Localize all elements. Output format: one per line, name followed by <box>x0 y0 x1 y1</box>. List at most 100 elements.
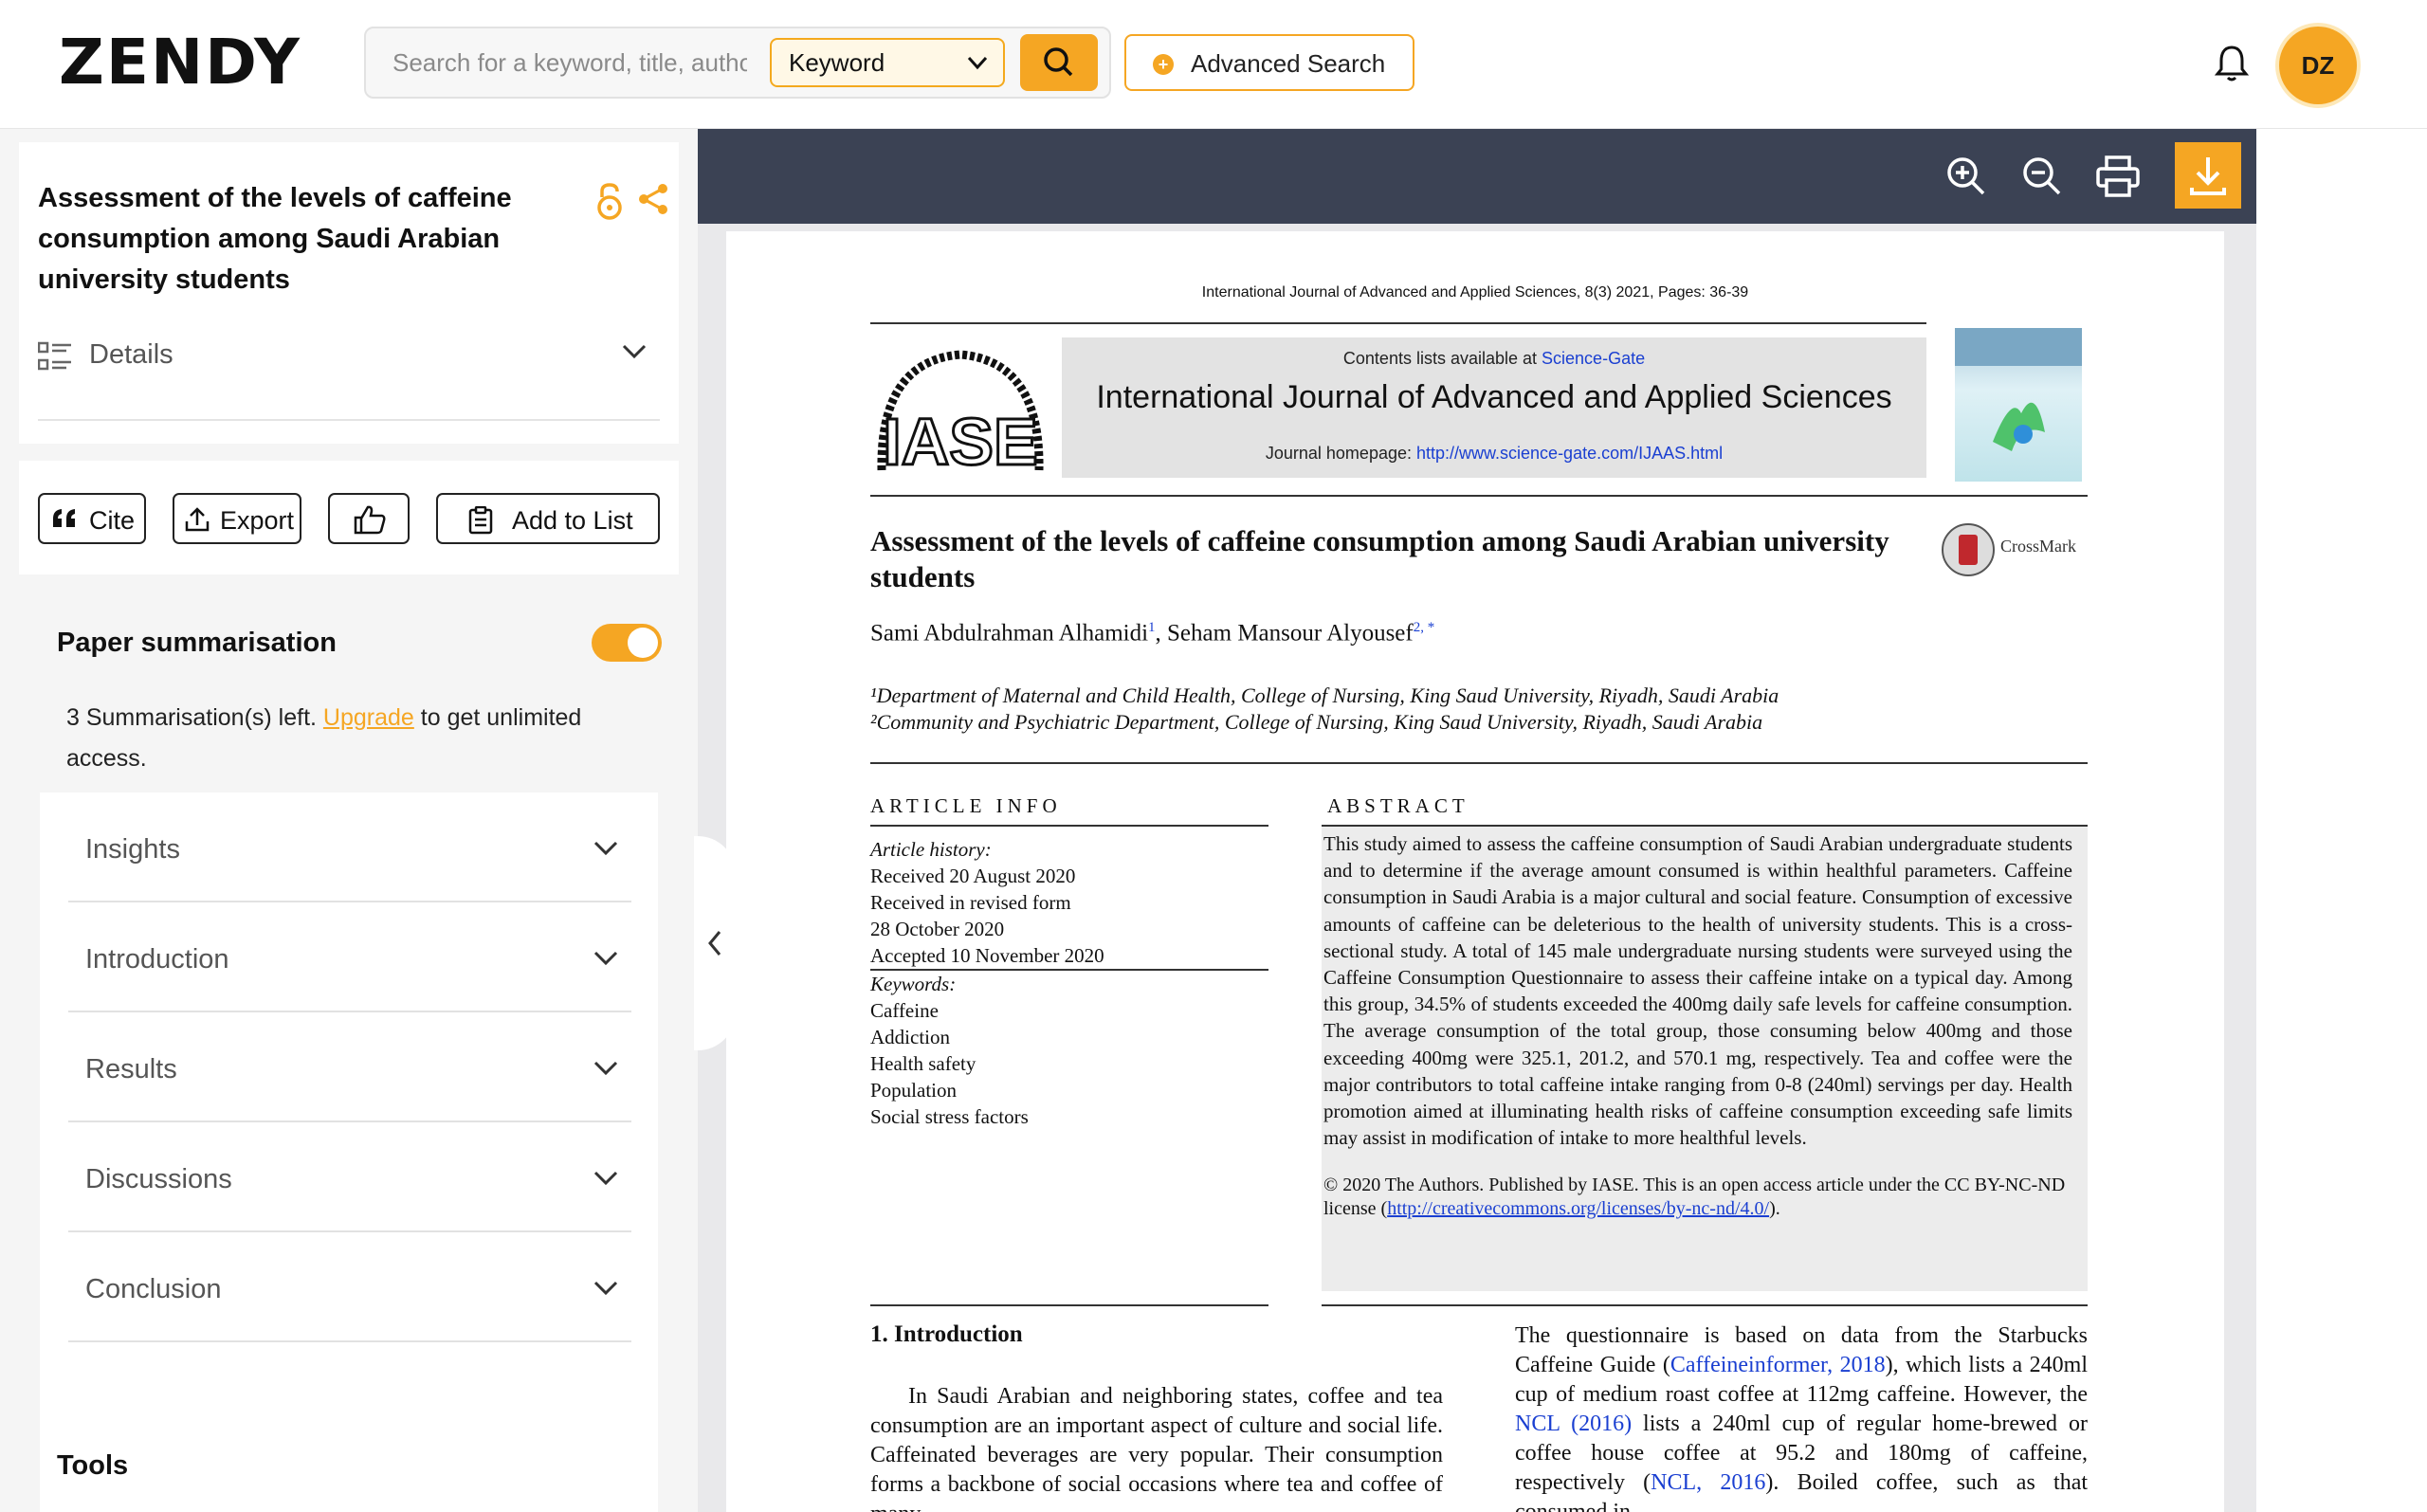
chevron-down-icon <box>593 951 618 966</box>
author-2-sup[interactable]: 2, * <box>1414 620 1435 635</box>
summarisation-title: Paper summarisation <box>57 628 337 658</box>
search-icon <box>1044 47 1073 77</box>
details-label: Details <box>89 339 173 370</box>
search-mode-select[interactable]: Keyword <box>770 38 1005 87</box>
details-toggle[interactable]: Details <box>38 330 660 383</box>
upgrade-link[interactable]: Upgrade <box>323 704 414 731</box>
divider <box>870 762 2088 764</box>
right-margin <box>2256 129 2427 1512</box>
divider <box>870 1304 1268 1306</box>
advanced-search-label: Advanced Search <box>1191 49 1386 78</box>
keyword: Caffeine <box>870 999 939 1022</box>
crossmark-label: CrossMark <box>2000 537 2076 556</box>
chevron-down-icon <box>593 1061 618 1076</box>
keyword: Population <box>870 1079 958 1102</box>
section-label: Insights <box>85 834 180 865</box>
toggle-knob <box>628 628 658 658</box>
section-insights[interactable]: Insights <box>68 792 631 902</box>
affiliation-1: ¹Department of Maternal and Child Health… <box>870 683 1779 707</box>
keywords-label: Keywords: <box>870 973 957 995</box>
affiliations: ¹Department of Maternal and Child Health… <box>870 683 1779 736</box>
cite-button[interactable]: Cite <box>38 493 146 544</box>
document-actions: Cite Export Add to List <box>19 461 679 574</box>
chevron-left-icon <box>708 931 721 956</box>
search-button[interactable] <box>1020 34 1098 91</box>
crossmark-badge[interactable]: CrossMark <box>1940 521 2091 578</box>
section-introduction[interactable]: Introduction <box>68 902 631 1012</box>
author-1: Sami Abdulrahman Alhamidi <box>870 620 1149 647</box>
divider <box>870 825 1268 827</box>
divider <box>1322 1304 2088 1306</box>
add-to-list-label: Add to List <box>512 506 633 535</box>
pdf-viewer: International Journal of Advanced and Ap… <box>698 129 2256 1512</box>
print-icon[interactable] <box>2093 152 2143 201</box>
keyword: Health safety <box>870 1052 976 1075</box>
export-button[interactable]: Export <box>173 493 301 544</box>
homepage-link[interactable]: http://www.science-gate.com/IJAAS.html <box>1416 444 1723 463</box>
author-1-sup[interactable]: 1 <box>1148 620 1156 635</box>
science-gate-link[interactable]: Science-Gate <box>1542 349 1645 368</box>
summary-sections: Insights Introduction Results Discussion… <box>40 792 658 1512</box>
zendy-logo[interactable]: ZENDY <box>59 31 301 94</box>
divider <box>870 495 2088 497</box>
pdf-page: International Journal of Advanced and Ap… <box>726 231 2224 1512</box>
viewer-toolbar <box>698 129 2256 224</box>
share-icon[interactable] <box>637 182 669 216</box>
divider <box>870 322 1926 324</box>
author-2: Seham Mansour Alyousef <box>1167 620 1414 647</box>
article-info-heading: ARTICLE INFO <box>870 794 1062 817</box>
iase-logo-text: IASE <box>883 405 1037 479</box>
journal-banner: Contents lists available at Science-Gate… <box>1062 337 1926 478</box>
article-info: Article history: Received 20 August 2020… <box>870 836 1268 1130</box>
add-to-list-button[interactable]: Add to List <box>436 493 660 544</box>
citation-link[interactable]: Caffeineinformer, 2018 <box>1670 1353 1886 1377</box>
export-icon <box>184 506 210 539</box>
search-mode-value: Keyword <box>789 48 885 77</box>
license-line: © 2020 The Authors. Published by IASE. T… <box>1323 1174 2072 1221</box>
history-item: 28 October 2020 <box>870 918 1005 940</box>
clipboard-icon <box>468 505 493 541</box>
section-discussions[interactable]: Discussions <box>68 1122 631 1232</box>
introduction-heading: 1. Introduction <box>870 1321 1023 1347</box>
keyword: Social stress factors <box>870 1105 1029 1128</box>
zoom-out-icon[interactable] <box>2017 152 2067 201</box>
license-link[interactable]: http://creativecommons.org/licenses/by-n… <box>1387 1198 1769 1219</box>
citation-link[interactable]: NCL, 2016 <box>1651 1470 1765 1495</box>
chevron-down-icon <box>593 841 618 856</box>
history-item: Received 20 August 2020 <box>870 865 1076 887</box>
homepage-prefix: Journal homepage: <box>1265 444 1412 463</box>
zoom-in-icon[interactable] <box>1942 152 1991 201</box>
section-label: Discussions <box>85 1164 232 1194</box>
cite-label: Cite <box>89 506 136 535</box>
keyword: Addiction <box>870 1026 950 1048</box>
thumbs-up-icon <box>353 504 387 541</box>
citation-link[interactable]: NCL (2016) <box>1515 1412 1632 1436</box>
summarisation-toggle[interactable] <box>592 624 662 662</box>
bell-icon[interactable] <box>2213 42 2251 83</box>
homepage-line: Journal homepage: http://www.science-gat… <box>1062 444 1926 464</box>
journal-citation: International Journal of Advanced and Ap… <box>1201 284 1749 301</box>
advanced-search-button[interactable]: + Advanced Search <box>1124 34 1414 91</box>
quote-icon <box>51 506 78 537</box>
iase-logo: IASE <box>877 350 1044 480</box>
divider <box>38 419 660 421</box>
tools-heading: Tools <box>57 1450 129 1481</box>
section-results[interactable]: Results <box>68 1012 631 1122</box>
chevron-down-icon <box>622 344 647 359</box>
download-icon <box>2190 157 2226 195</box>
paper-title: Assessment of the levels of caffeine con… <box>870 524 1889 593</box>
collapse-panel-button[interactable] <box>694 836 736 1050</box>
download-button[interactable] <box>2175 142 2241 209</box>
like-button[interactable] <box>328 493 410 544</box>
contents-prefix: Contents lists available at <box>1342 349 1538 368</box>
search-input[interactable] <box>377 38 747 87</box>
section-conclusion[interactable]: Conclusion <box>68 1232 631 1342</box>
summarisation-remaining: 3 Summarisation(s) left. <box>66 704 317 731</box>
introduction-left: In Saudi Arabian and neighboring states,… <box>870 1384 1443 1512</box>
user-avatar[interactable]: DZ <box>2279 27 2357 104</box>
license-suffix: ). <box>1769 1198 1780 1220</box>
introduction-right: The questionnaire is based on data from … <box>1515 1321 2088 1512</box>
plus-icon: + <box>1153 54 1174 75</box>
abstract-text: This study aimed to assess the caffeine … <box>1323 830 2072 1221</box>
document-card: Assessment of the levels of caffeine con… <box>19 142 679 444</box>
